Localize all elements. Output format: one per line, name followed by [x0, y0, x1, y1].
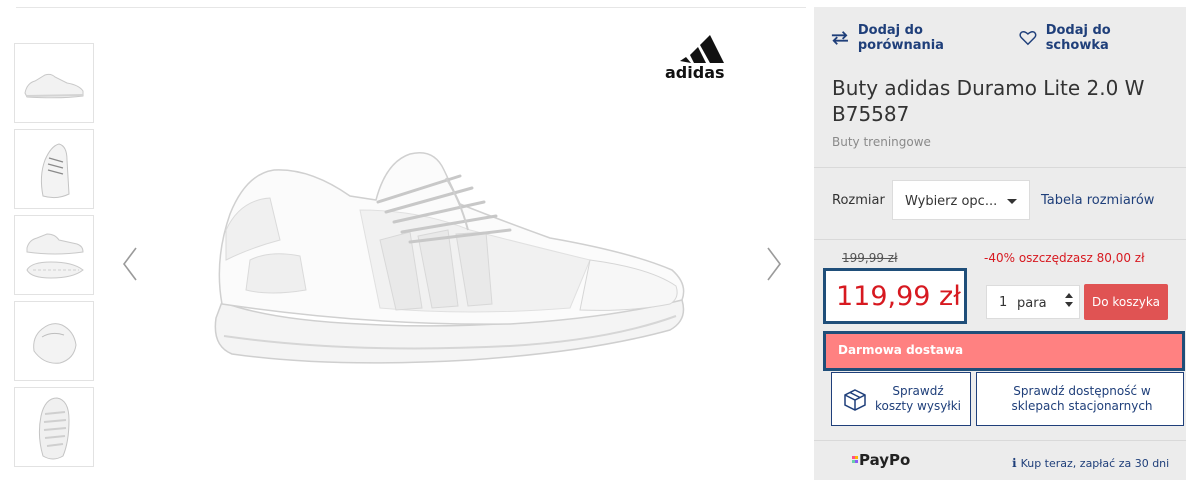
- next-image-chevron-icon[interactable]: [764, 246, 784, 282]
- product-title: Buty adidas Duramo Lite 2.0 W B75587: [832, 76, 1145, 126]
- increment-arrow-icon[interactable]: [1065, 293, 1073, 298]
- svg-text:adidas: adidas: [665, 63, 725, 81]
- product-actions: Dodaj do porównania Dodaj do schowka: [831, 23, 1186, 53]
- info-icon: ℹ: [1012, 456, 1017, 470]
- check-shipping-costs-button[interactable]: Sprawdź koszty wysyłki: [831, 372, 971, 426]
- compare-arrows-icon: [831, 31, 848, 45]
- discount-info: -40% oszczędzasz 80,00 zł: [984, 251, 1145, 265]
- add-to-wishlist-button[interactable]: Dodaj do schowka: [1019, 23, 1164, 53]
- thumbnail-side-view[interactable]: [14, 43, 94, 123]
- package-box-icon: [844, 389, 866, 411]
- thumbnail-pair-view[interactable]: [14, 215, 94, 295]
- previous-image-chevron-icon[interactable]: [120, 246, 140, 282]
- current-price-box: 119,99 zł: [823, 268, 967, 324]
- old-price: 199,99 zł: [842, 251, 898, 265]
- thumbnail-sole-view[interactable]: [14, 387, 94, 467]
- decrement-arrow-icon[interactable]: [1065, 302, 1073, 307]
- current-price: 119,99 zł: [836, 281, 961, 312]
- pay-later-label: Kup teraz, zapłać za 30 dni: [1020, 456, 1170, 470]
- product-main-image: [214, 152, 685, 364]
- divider: [814, 239, 1186, 240]
- product-category: Buty treningowe: [832, 135, 931, 149]
- thumbnail-back-view[interactable]: [14, 301, 94, 381]
- size-select[interactable]: Wybierz opc...: [892, 180, 1030, 220]
- add-to-compare-label: Dodaj do porównania: [857, 23, 944, 53]
- quantity-stepper[interactable]: 1 para: [986, 285, 1080, 319]
- size-chart-link[interactable]: Tabela rozmiarów: [1041, 193, 1154, 208]
- adidas-logo-icon: adidas: [665, 35, 725, 81]
- size-label: Rozmiar: [832, 193, 885, 208]
- add-to-wishlist-label: Dodaj do schowka: [1045, 23, 1111, 53]
- divider: [814, 167, 1186, 168]
- pay-later-info-link[interactable]: ℹ Kup teraz, zapłać za 30 dni: [1012, 456, 1169, 470]
- quantity-spinner: [1063, 289, 1075, 315]
- paypo-name: PayPo: [859, 451, 911, 469]
- product-info-panel: Dodaj do porównania Dodaj do schowka But…: [814, 7, 1186, 480]
- thumbnail-front-view[interactable]: [14, 129, 94, 209]
- divider: [814, 440, 1186, 441]
- free-delivery-banner: Darmowa dostawa: [823, 331, 1185, 371]
- thumbnail-gallery: [14, 43, 94, 473]
- paypo-dots-icon: [852, 455, 858, 465]
- add-to-cart-button[interactable]: Do koszyka: [1084, 284, 1168, 320]
- size-select-value: Wybierz opc...: [905, 194, 998, 209]
- free-delivery-label: Darmowa dostawa: [838, 343, 964, 357]
- check-store-availability-button[interactable]: Sprawdź dostępność w sklepach stacjonarn…: [976, 372, 1184, 426]
- top-divider: [16, 7, 806, 8]
- add-to-compare-button[interactable]: Dodaj do porównania: [831, 23, 997, 53]
- check-shipping-costs-label: Sprawdź koszty wysyłki: [875, 384, 961, 413]
- heart-icon: [1019, 31, 1037, 46]
- check-store-availability-label: Sprawdź dostępność w sklepach stacjonarn…: [1011, 384, 1153, 413]
- paypo-logo: PayPo: [852, 451, 910, 469]
- caret-down-icon: [1007, 199, 1017, 204]
- quantity-value: 1: [999, 295, 1008, 310]
- quantity-unit: para: [1017, 296, 1047, 311]
